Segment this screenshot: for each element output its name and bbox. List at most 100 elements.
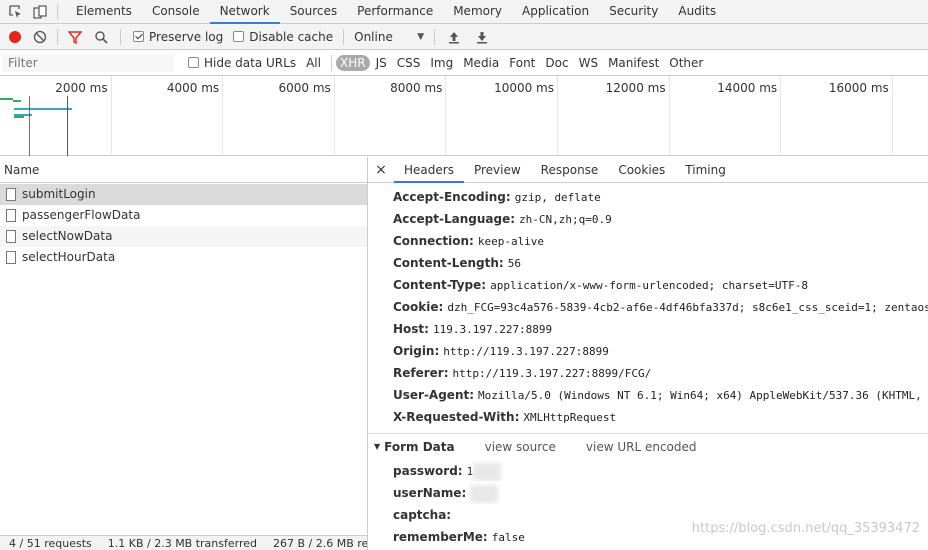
header-name: X-Requested-With: xyxy=(393,410,520,424)
tab-console[interactable]: Console xyxy=(142,0,210,24)
tab-preview[interactable]: Preview xyxy=(464,157,531,183)
checkbox-checked-icon[interactable] xyxy=(133,31,144,42)
form-field-name: captcha: xyxy=(393,508,452,522)
form-field-name: userName: xyxy=(393,486,467,500)
filter-type-css[interactable]: CSS xyxy=(393,55,425,71)
dom-content-loaded-marker xyxy=(29,96,30,156)
tab-headers[interactable]: Headers xyxy=(394,156,464,183)
throttle-select[interactable]: Online ▼ xyxy=(354,30,424,44)
timeline-request-bar xyxy=(14,108,72,110)
checkbox-unchecked-icon[interactable] xyxy=(233,31,245,42)
header-name: Cookie: xyxy=(393,300,444,314)
export-har-icon[interactable] xyxy=(475,30,489,44)
hide-data-urls-checkbox[interactable]: Hide data URLs xyxy=(188,56,296,70)
request-name: submitLogin xyxy=(22,187,96,201)
disable-cache-checkbox[interactable]: Disable cache xyxy=(233,30,333,44)
request-row[interactable]: selectHourData xyxy=(0,247,367,268)
form-field-value: false xyxy=(491,531,525,544)
form-field-row: password: 1 xyxy=(393,460,928,482)
tab-elements[interactable]: Elements xyxy=(66,0,142,24)
form-data-section-header[interactable]: ▼ Form Data view source view URL encoded xyxy=(368,433,928,459)
close-icon[interactable]: × xyxy=(368,162,394,178)
header-value: dzh_FCG=93c4a576-5839-4cb2-af6e-4df46bfa… xyxy=(447,301,928,314)
throttle-value: Online xyxy=(354,29,393,44)
header-value: zh-CN,zh;q=0.9 xyxy=(519,213,612,226)
preserve-log-checkbox[interactable]: Preserve log xyxy=(133,30,223,44)
request-row[interactable]: submitLogin xyxy=(0,184,367,205)
view-url-encoded-link[interactable]: view URL encoded xyxy=(586,440,697,454)
tab-application[interactable]: Application xyxy=(512,0,599,24)
filter-type-js[interactable]: JS xyxy=(372,55,391,71)
filter-type-font[interactable]: Font xyxy=(505,55,539,71)
request-row[interactable]: selectNowData xyxy=(0,226,367,247)
tab-audits[interactable]: Audits xyxy=(668,0,726,24)
header-value: Mozilla/5.0 (Windows NT 6.1; Win64; x64)… xyxy=(478,389,928,402)
filter-type-manifest[interactable]: Manifest xyxy=(604,55,663,71)
header-row: Content-Length: 56 xyxy=(393,252,928,274)
redacted-value-blur xyxy=(470,484,499,503)
search-icon[interactable] xyxy=(94,30,108,44)
form-field-row: userName: xyxy=(393,482,928,504)
resource-type-filters: All XHR JS CSS Img Media Font Doc WS Manifest Othe… xyxy=(302,54,709,71)
divider xyxy=(343,28,345,45)
timeline-request-bar xyxy=(14,116,24,118)
header-row: Accept-Encoding: gzip, deflate xyxy=(393,186,928,208)
header-row: Origin: http://119.3.197.227:8899 xyxy=(393,340,928,362)
divider xyxy=(434,28,436,45)
header-value: XMLHttpRequest xyxy=(523,411,617,424)
panel-splitter[interactable] xyxy=(367,157,368,550)
header-name: Connection: xyxy=(393,234,474,248)
divider xyxy=(330,54,332,71)
watermark-text: https://blog.csdn.net/qq_35393472 xyxy=(691,521,920,536)
tab-security[interactable]: Security xyxy=(599,0,668,24)
filter-type-ws[interactable]: WS xyxy=(575,55,602,71)
tab-cookies[interactable]: Cookies xyxy=(608,157,675,183)
devtools-tab-bar: Elements Console Network Sources Performance… xyxy=(0,0,928,24)
chevron-down-icon: ▼ xyxy=(417,31,425,42)
filter-type-media[interactable]: Media xyxy=(459,55,503,71)
header-name: Referer: xyxy=(393,366,449,380)
header-row: Accept-Language: zh-CN,zh;q=0.9 xyxy=(393,208,928,230)
device-toolbar-icon[interactable] xyxy=(33,4,47,19)
document-icon xyxy=(6,251,16,264)
filter-type-other[interactable]: Other xyxy=(665,55,707,71)
checkbox-unchecked-icon[interactable] xyxy=(188,57,199,68)
name-column-header[interactable]: Name xyxy=(0,157,367,183)
header-row: Connection: keep-alive xyxy=(393,230,928,252)
transferred-size: 1.1 KB / 2.3 MB transferred xyxy=(107,536,258,550)
request-row[interactable]: passengerFlowData xyxy=(0,205,367,226)
header-row: Content-Type: application/x-www-form-urle… xyxy=(393,274,928,296)
disable-cache-label: Disable cache xyxy=(249,29,334,44)
document-icon xyxy=(6,209,16,222)
filter-type-img[interactable]: Img xyxy=(426,55,457,71)
clear-icon[interactable] xyxy=(33,30,47,44)
tab-response[interactable]: Response xyxy=(531,157,609,183)
timeline-tick-label: 16000 ms xyxy=(828,81,889,95)
tab-timing[interactable]: Timing xyxy=(675,157,736,183)
header-value: 119.3.197.227:8899 xyxy=(432,323,553,336)
filter-input[interactable] xyxy=(2,53,174,72)
header-value: application/x-www-form-urlencoded; chars… xyxy=(490,279,808,292)
filter-type-xhr[interactable]: XHR xyxy=(335,54,370,71)
filter-type-doc[interactable]: Doc xyxy=(541,55,572,71)
divider xyxy=(57,28,58,45)
network-overview-timeline[interactable]: 2000 ms 4000 ms 6000 ms 8000 ms 10000 ms 1200… xyxy=(0,76,928,156)
divider xyxy=(57,3,58,20)
import-har-icon[interactable] xyxy=(447,30,461,44)
requests-count: 4 / 51 requests xyxy=(9,536,92,550)
tab-network[interactable]: Network xyxy=(209,0,280,24)
header-value: keep-alive xyxy=(477,235,545,248)
form-field-value: 1 xyxy=(466,465,474,478)
tab-performance[interactable]: Performance xyxy=(347,0,443,24)
record-icon[interactable] xyxy=(9,30,21,43)
tab-sources[interactable]: Sources xyxy=(280,0,347,24)
filter-icon[interactable] xyxy=(67,30,83,44)
document-icon xyxy=(6,188,16,201)
filter-type-all[interactable]: All xyxy=(302,55,325,71)
header-name: Host: xyxy=(393,322,429,336)
view-source-link[interactable]: view source xyxy=(485,440,556,454)
form-field-name: rememberMe: xyxy=(393,530,488,544)
inspect-element-icon[interactable] xyxy=(9,4,23,19)
header-name: Content-Length: xyxy=(393,256,504,270)
tab-memory[interactable]: Memory xyxy=(443,0,512,24)
